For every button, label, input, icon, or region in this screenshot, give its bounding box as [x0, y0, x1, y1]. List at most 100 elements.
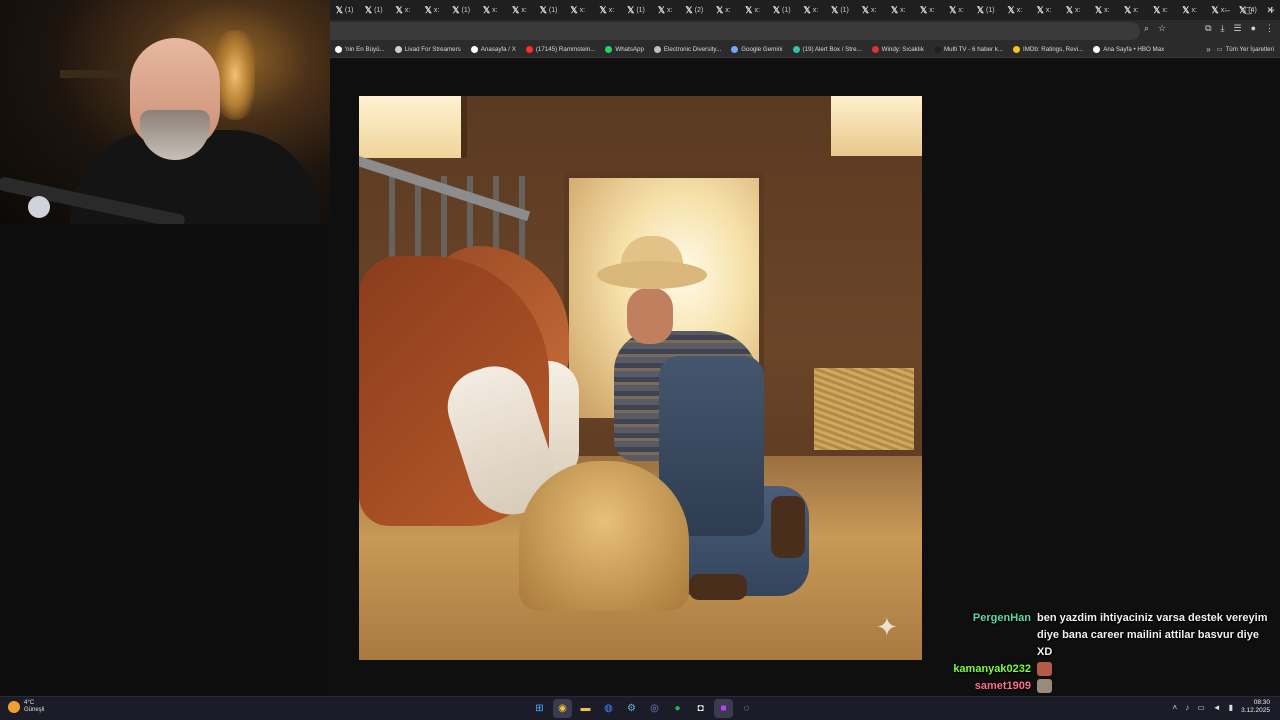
volume-icon[interactable]: ◄	[1213, 703, 1221, 712]
browser-tab[interactable]: 𝕏x:	[738, 0, 767, 20]
download-icon[interactable]: ⤓	[1221, 23, 1225, 34]
browser-tab[interactable]: 𝕏x:	[709, 0, 738, 20]
barn-window-left	[359, 96, 467, 158]
tab-label: x:	[1016, 6, 1023, 14]
chrome-icon[interactable]: ◉	[553, 699, 572, 718]
display-icon[interactable]: ▭	[1197, 703, 1205, 712]
chat-message: kamanyak0232	[920, 661, 1280, 678]
x-logo-icon: 𝕏	[745, 4, 753, 15]
extensions-icon[interactable]: ⧉	[1205, 23, 1211, 34]
browser-tab[interactable]: 𝕏 (1)	[767, 0, 796, 20]
bookmark-item[interactable]: 'nin En Büyü...	[330, 46, 390, 53]
browser-tab[interactable]: 𝕏x:	[1175, 0, 1204, 20]
tab-label: (1)	[461, 6, 471, 14]
microphone-icon[interactable]: ♪	[1185, 703, 1189, 712]
browser-tab[interactable]: 𝕏x:	[1000, 0, 1029, 20]
bookmarks-more-button[interactable]: »	[1200, 45, 1216, 54]
x-logo-icon: 𝕏	[1211, 4, 1219, 15]
all-bookmarks-button[interactable]: ▭ Tüm Yer İşaretleri	[1217, 46, 1280, 53]
tab-label: (1)	[782, 6, 791, 14]
browser-tab[interactable]: 𝕏x:	[913, 0, 942, 20]
bookmark-star-icon[interactable]: ☆	[1158, 23, 1166, 34]
x-logo-icon: 𝕏	[976, 4, 985, 15]
browser-tab[interactable]: 𝕏x:	[1088, 0, 1117, 20]
bookmark-item[interactable]: Multi TV - 6 haber k...	[929, 46, 1008, 53]
bookmark-item[interactable]: Electronic Diversity...	[649, 46, 726, 53]
bookmark-item[interactable]: Ana Sayfa • HBO Max	[1088, 46, 1169, 53]
bookmark-favicon-icon	[1093, 46, 1101, 53]
browser-tab[interactable]: 𝕏x:	[476, 0, 505, 20]
x-logo-icon: 𝕏	[831, 4, 839, 15]
gemini-sparkle-icon: ✦	[876, 612, 898, 642]
bookmark-item[interactable]: (19) Alert Box / Stre...	[788, 46, 867, 53]
bookmark-item[interactable]: Livad For Streamers	[390, 46, 466, 53]
weather-widget[interactable]: 4°C Güneşli	[8, 700, 44, 714]
browser-tab[interactable]: 𝕏 (1)	[825, 0, 854, 20]
tab-label: x:	[1133, 6, 1139, 14]
bookmark-item[interactable]: (17145) Rammstein...	[521, 46, 601, 53]
sun-icon	[8, 701, 20, 713]
browser-tab[interactable]: 𝕏x:	[1059, 0, 1088, 20]
browser-tab[interactable]: 𝕏 (1)	[447, 0, 476, 20]
edge-icon[interactable]: ◍	[599, 699, 618, 718]
bookmark-favicon-icon	[871, 46, 879, 53]
obs-icon[interactable]: ■	[714, 699, 733, 718]
browser-tab[interactable]: 𝕏x:	[796, 0, 825, 20]
x-logo-icon: 𝕏	[685, 4, 693, 15]
bookmark-item[interactable]: WhatsApp	[600, 46, 649, 53]
browser-tab[interactable]: 𝕏x:	[942, 0, 971, 20]
browser-tab[interactable]: 𝕏 (1)	[534, 0, 563, 20]
minimize-icon[interactable]: –	[1225, 5, 1230, 15]
browser-tab[interactable]: 𝕏 (1)	[359, 0, 388, 20]
menu-icon[interactable]: ⋮	[1265, 23, 1274, 34]
spotify-icon[interactable]: ●	[668, 699, 687, 718]
bookmark-item[interactable]: Anasayfa / X	[466, 46, 521, 53]
x-logo-icon: 𝕏	[627, 4, 635, 15]
windows-start-icon[interactable]: ⊞	[530, 699, 549, 718]
browser-tab[interactable]: 𝕏 (1)	[971, 0, 1000, 20]
epic-games-icon[interactable]: ◘	[691, 699, 710, 718]
bookmark-item[interactable]: Windy: Sıcaklık	[867, 46, 929, 53]
emote-icon	[1037, 662, 1052, 677]
browser-tab[interactable]: 𝕏x:	[505, 0, 534, 20]
tab-strip: 𝕏 (1) 𝕏 (1) 𝕏x: 𝕏x: 𝕏 (1) 𝕏x: 𝕏x: 𝕏 (1) 𝕏x: 𝕏x: 𝕏 (1) 𝕏x…	[330, 0, 1280, 20]
tab-label: x:	[521, 6, 527, 14]
browser-tab[interactable]: 𝕏x:	[1117, 0, 1146, 20]
bookmark-item[interactable]: Google Gemini	[726, 46, 787, 53]
bookmark-favicon-icon	[792, 46, 800, 53]
chat-username: PergenHan	[972, 612, 1031, 624]
browser-tab[interactable]: 𝕏x:	[884, 0, 913, 20]
browser-tab[interactable]: 𝕏x:	[1146, 0, 1175, 20]
profile-icon[interactable]: ●	[1251, 23, 1256, 34]
bookmark-label: Anasayfa / X	[480, 46, 516, 53]
microphone	[28, 196, 50, 218]
bookmark-label: (17145) Rammstein...	[535, 46, 596, 53]
browser-tab[interactable]: 𝕏 (1)	[621, 0, 650, 20]
browser-tab[interactable]: 𝕏x:	[563, 0, 592, 20]
clock[interactable]: 08:30 3.12.2025	[1241, 699, 1270, 715]
close-icon[interactable]: ✕	[1266, 5, 1274, 16]
discord-icon[interactable]: ◎	[645, 699, 664, 718]
chat-text: ben yazdim ihtiyaciniz varsa destek vere…	[1037, 610, 1269, 661]
zoom-icon[interactable]: ⌕	[1144, 23, 1149, 34]
browser-tab[interactable]: 𝕏x:	[417, 0, 446, 20]
steam-icon[interactable]: ⚙	[622, 699, 641, 718]
browser-tab[interactable]: 𝕏x:	[1029, 0, 1058, 20]
browser-tab[interactable]: 𝕏x:	[651, 0, 680, 20]
obs-studio-icon[interactable]: ◌	[737, 699, 756, 718]
chevron-up-icon[interactable]: ˄	[1173, 703, 1178, 712]
address-bar[interactable]	[330, 22, 1140, 40]
tab-label: x:	[1045, 6, 1052, 14]
browser-tab[interactable]: 𝕏x:	[388, 0, 417, 20]
browser-tab[interactable]: 𝕏 (1)	[330, 0, 359, 20]
maximize-icon[interactable]: ▢	[1244, 5, 1253, 16]
battery-icon[interactable]: ▮	[1229, 703, 1233, 712]
browser-tab[interactable]: 𝕏x:	[592, 0, 621, 20]
file-explorer-icon[interactable]: ▬	[576, 699, 595, 718]
playlist-icon[interactable]: ☰	[1233, 23, 1241, 34]
bookmark-item[interactable]: IMDb: Ratings, Revi...	[1008, 46, 1088, 53]
clock-time: 08:30	[1253, 699, 1270, 706]
browser-tab[interactable]: 𝕏 (2)	[680, 0, 709, 20]
browser-tab[interactable]: 𝕏x:	[855, 0, 884, 20]
bookmark-favicon-icon	[653, 46, 661, 53]
